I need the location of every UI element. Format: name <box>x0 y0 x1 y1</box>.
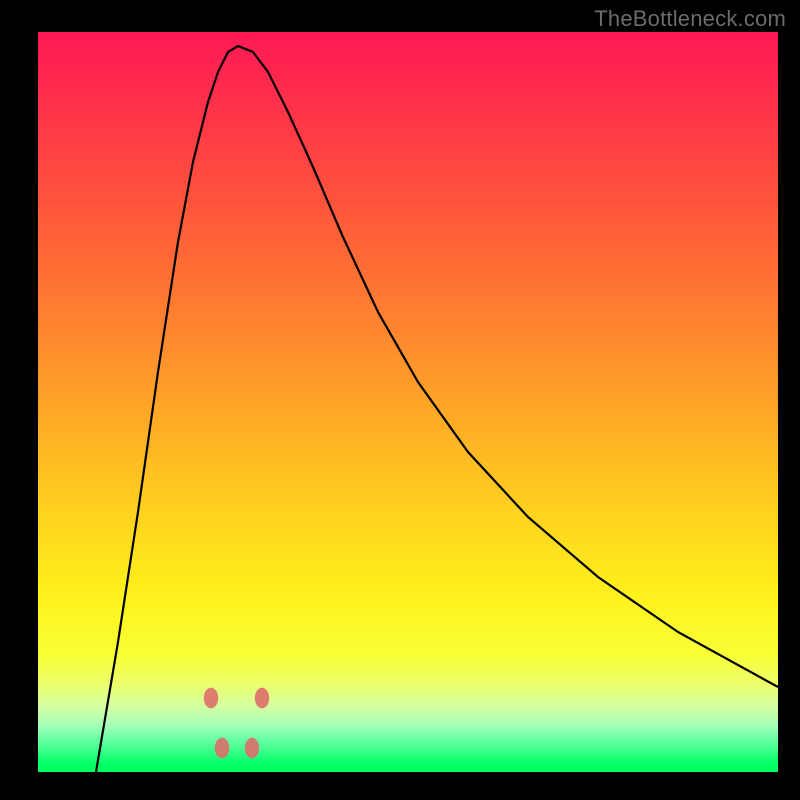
bottleneck-curve <box>96 46 778 772</box>
chart-frame: TheBottleneck.com <box>0 0 800 800</box>
data-marker <box>255 688 269 709</box>
data-marker <box>204 688 218 709</box>
data-marker <box>245 738 259 759</box>
marker-group <box>204 688 269 759</box>
plot-area <box>38 32 778 772</box>
curve-layer <box>38 32 778 772</box>
watermark-text: TheBottleneck.com <box>594 6 786 32</box>
data-marker <box>215 738 229 759</box>
